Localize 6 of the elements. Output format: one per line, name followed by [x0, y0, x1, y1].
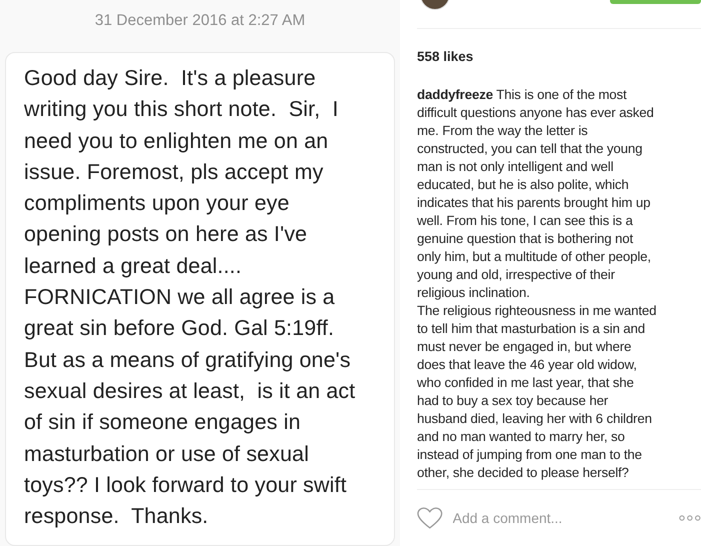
message-text: Good day Sire. It's a pleasure writing you this short note. Sir, I need you to enlighten me on an issue. Foremost, pls accept my compliments upon your eye opening posts on here as I've learned a great deal.... FORNICATION we all agree is a great sin before God. Gal 5:19ff. But as a means of gratifying one's sexual desires at least, is it an act of sin if someone engages in masturbation or use of sexual toys?? I look forward to your swift response. Thanks. — [24, 65, 356, 530]
more-options-icon[interactable] — [679, 515, 701, 521]
likes-count: 558 likes — [417, 49, 474, 64]
heart-icon[interactable] — [417, 507, 443, 529]
message-timestamp: 31 December 2016 at 2:27 AM — [94, 12, 306, 31]
caption-text: daddyfreeze This is one of the most difficult questions anyone has ever asked me. From the way the letter is constructed, you can tell that the young man is not only intelligent and well educated, but he is also polite, which indicates that his parents brought him up well. From his tone, I can see this is a genuine question that is bothering not only him, but a multitude of other people, young and old, irrespective of their religious inclination. The religious righteousness in me wanted to tell him that masturbation is a sin and must never be engaged in, but where does that leave the 46 year old widow, who confided in me last year, that she had to buy a sex toy because her husband died, leaving her with 6 children and no man wanted to marry her, so instead of jumping from one man to the other, she decided to please herself? — [417, 86, 658, 482]
